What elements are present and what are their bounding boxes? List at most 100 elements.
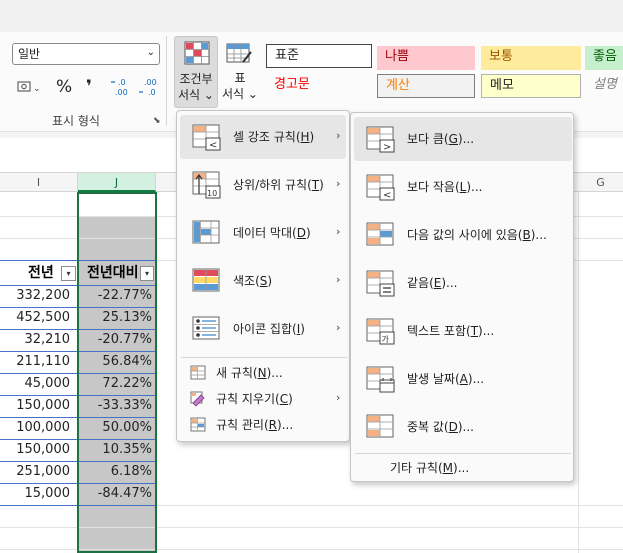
menu-tail-newrule: )... bbox=[266, 366, 283, 380]
menu-item-data-bars[interactable]: 데이터 막대(D) › bbox=[180, 211, 346, 255]
submenu-item-less-than[interactable]: < 보다 작음(L)... bbox=[354, 165, 572, 209]
sub-key-greater: G bbox=[448, 132, 458, 146]
style-calculation[interactable]: 계산 bbox=[377, 74, 475, 98]
menu-item-highlight-rules[interactable]: < 셀 강조 규칙(H) › bbox=[180, 115, 346, 159]
cond-format-label-line1: 조건부 bbox=[179, 72, 213, 86]
less-than-icon: < bbox=[366, 174, 395, 201]
menu-tail-highlight: ) bbox=[309, 130, 315, 144]
style-normal[interactable]: 표준 bbox=[266, 44, 372, 68]
sub-key-between: B bbox=[522, 228, 531, 242]
cell-prev[interactable]: 100,000 bbox=[0, 417, 74, 439]
svg-text:가: 가 bbox=[382, 335, 390, 344]
sub-label-duplicate: 중복 값( bbox=[407, 420, 449, 434]
conditional-formatting-icon bbox=[184, 41, 210, 65]
menu-tail-iconsets: ) bbox=[300, 322, 305, 336]
menu-label-clearrules: 규칙 지우기( bbox=[216, 392, 280, 406]
style-warning-text[interactable]: 경고문 bbox=[266, 74, 372, 98]
duplicate-values-icon bbox=[366, 414, 394, 438]
chevron-right-icon: › bbox=[336, 129, 341, 142]
sub-tail-equal: )... bbox=[441, 276, 458, 290]
style-normal-label: 표준 bbox=[275, 48, 299, 63]
sub-label-greater: 보다 큼( bbox=[407, 132, 449, 146]
column-header-i[interactable]: I bbox=[0, 173, 78, 192]
decrease-decimal-icon[interactable]: .00 .0 bbox=[138, 76, 162, 98]
dialog-launcher-icon[interactable]: ⬊ bbox=[153, 116, 161, 126]
cell-prev[interactable]: 150,000 bbox=[0, 439, 74, 461]
table-format-label-line2: 서식 ⌄ bbox=[222, 87, 258, 101]
number-format-tools: ⌄ % ❜ .0 .00 .00 .0 bbox=[14, 76, 164, 98]
sub-key-text: T bbox=[470, 324, 479, 338]
new-rule-icon bbox=[190, 365, 206, 380]
cell-prev[interactable]: 251,000 bbox=[0, 461, 74, 483]
submenu-item-equal-to[interactable]: 같음(E)... bbox=[354, 261, 572, 305]
number-format-dropdown[interactable]: 일반 ⌄ bbox=[12, 43, 160, 65]
style-neutral-label: 보통 bbox=[489, 49, 513, 64]
menu-item-clear-rules[interactable]: 규칙 지우기(C) › bbox=[180, 387, 346, 411]
number-format-value: 일반 bbox=[18, 47, 41, 61]
menu-separator bbox=[355, 453, 571, 454]
menu-item-top-bottom-rules[interactable]: 10 상위/하위 규칙(T) › bbox=[180, 163, 346, 207]
cell-prev[interactable]: 32,210 bbox=[0, 329, 74, 351]
cell-prev[interactable]: 150,000 bbox=[0, 395, 74, 417]
submenu-item-duplicate-values[interactable]: 중복 값(D)... bbox=[354, 405, 572, 449]
style-bad-label: 나쁨 bbox=[385, 49, 409, 64]
style-note-label: 메모 bbox=[490, 78, 514, 93]
menu-item-color-scales[interactable]: 색조(S) › bbox=[180, 259, 346, 303]
menu-label-newrule: 새 규칙( bbox=[216, 366, 258, 380]
column-header-g[interactable]: G bbox=[578, 173, 623, 192]
style-explanatory[interactable]: 설명 bbox=[585, 74, 623, 98]
style-good-label: 좋음 bbox=[593, 49, 617, 64]
sub-label-text: 텍스트 포함( bbox=[407, 324, 471, 338]
cell-prev[interactable]: 211,110 bbox=[0, 351, 74, 373]
selection-border bbox=[77, 192, 157, 553]
menu-key-clearrules: C bbox=[279, 392, 289, 406]
menu-label-databars: 데이터 막대( bbox=[233, 226, 297, 240]
cell-prev[interactable]: 332,200 bbox=[0, 285, 74, 307]
sub-tail-duplicate: )... bbox=[457, 420, 474, 434]
style-note[interactable]: 메모 bbox=[481, 74, 581, 98]
sub-label-more: 기타 규칙( bbox=[390, 461, 443, 475]
menu-item-new-rule[interactable]: 새 규칙(N)... bbox=[180, 361, 346, 385]
menu-key-databars: D bbox=[296, 226, 306, 240]
accounting-format-icon[interactable]: ⌄ bbox=[16, 76, 42, 98]
sub-label-less: 보다 작음( bbox=[407, 180, 460, 194]
menu-label-managerules: 규칙 관리( bbox=[216, 418, 269, 432]
color-scales-icon bbox=[192, 268, 220, 292]
menu-item-icon-sets[interactable]: 아이콘 집합(I) › bbox=[180, 307, 346, 351]
filter-dropdown-icon[interactable]: ▾ bbox=[61, 266, 76, 281]
sub-label-equal: 같음( bbox=[407, 276, 434, 290]
submenu-item-greater-than[interactable]: > 보다 큼(G)... bbox=[354, 117, 572, 161]
comma-style-icon[interactable]: ❜ bbox=[86, 76, 92, 98]
format-as-table-icon bbox=[226, 43, 252, 63]
data-bars-icon bbox=[192, 220, 220, 244]
sub-tail-less: )... bbox=[466, 180, 483, 194]
cond-format-label-line2: 서식 ⌄ bbox=[178, 88, 214, 102]
col-line bbox=[578, 192, 579, 553]
ribbon-separator bbox=[166, 36, 167, 126]
format-as-table-button[interactable]: 표 서식 ⌄ bbox=[220, 36, 260, 108]
style-neutral[interactable]: 보통 bbox=[481, 46, 581, 70]
menu-item-manage-rules[interactable]: 규칙 관리(R)... bbox=[180, 413, 346, 437]
text-contains-icon: 가 bbox=[366, 318, 395, 345]
equal-to-icon bbox=[366, 270, 395, 297]
submenu-item-text-contains[interactable]: 가 텍스트 포함(T)... bbox=[354, 309, 572, 353]
column-header-j[interactable]: J bbox=[78, 173, 156, 192]
cell-prev[interactable]: 45,000 bbox=[0, 373, 74, 395]
submenu-item-date-occurring[interactable]: 발생 날짜(A)... bbox=[354, 357, 572, 401]
style-good[interactable]: 좋음 bbox=[585, 46, 623, 70]
style-warning-label: 경고문 bbox=[274, 77, 310, 92]
svg-text:.00: .00 bbox=[144, 78, 157, 87]
conditional-formatting-button[interactable]: 조건부 서식 ⌄ bbox=[174, 36, 218, 108]
highlight-rules-submenu: > 보다 큼(G)... < 보다 작음(L)... 다음 값의 사이에 있음(… bbox=[350, 112, 574, 482]
increase-decimal-icon[interactable]: .0 .00 bbox=[110, 76, 134, 98]
sub-label-date: 발생 날짜( bbox=[407, 372, 460, 386]
cell-prev[interactable]: 15,000 bbox=[0, 483, 74, 505]
submenu-item-more-rules[interactable]: 기타 규칙(M)... bbox=[354, 457, 572, 479]
percent-style-icon[interactable]: % bbox=[56, 76, 72, 98]
menu-label-highlight: 셀 강조 규칙( bbox=[233, 130, 301, 144]
style-bad[interactable]: 나쁨 bbox=[377, 46, 475, 70]
submenu-item-between[interactable]: 다음 값의 사이에 있음(B)... bbox=[354, 213, 572, 257]
number-group-label: 표시 형식 bbox=[52, 114, 100, 128]
cell-prev[interactable]: 452,500 bbox=[0, 307, 74, 329]
svg-text:<: < bbox=[383, 190, 391, 201]
